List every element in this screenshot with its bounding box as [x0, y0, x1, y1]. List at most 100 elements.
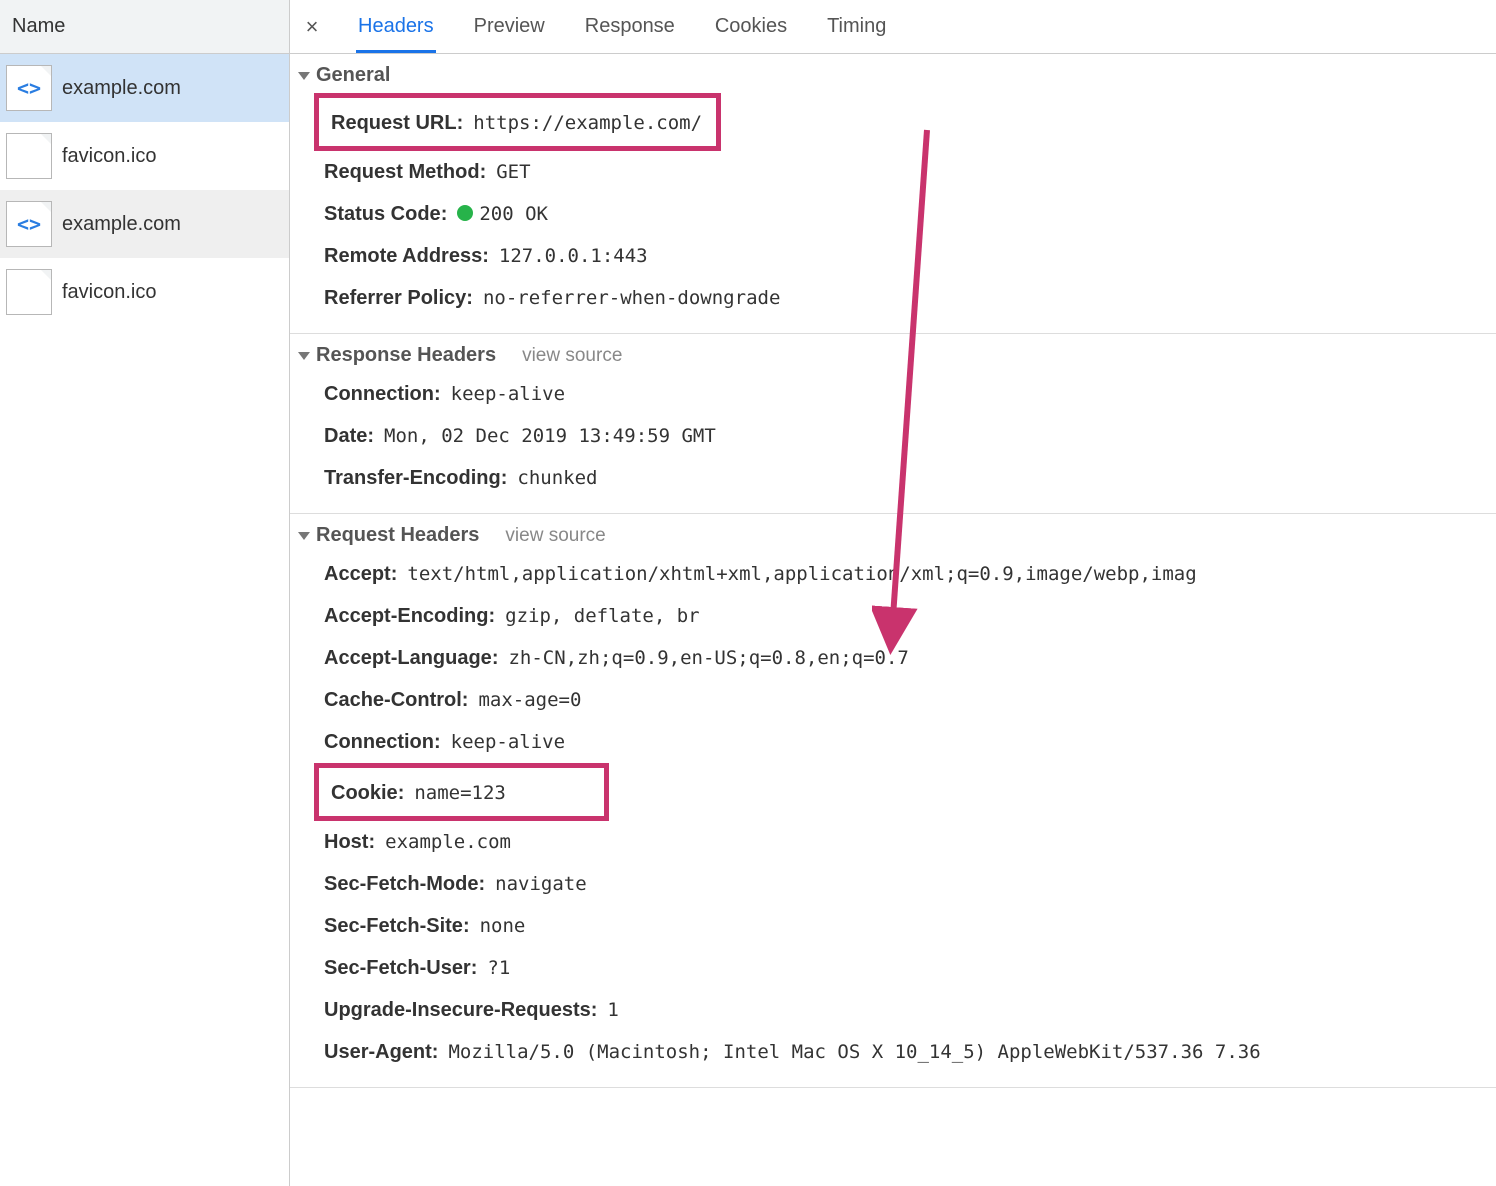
label: Connection	[324, 725, 441, 759]
highlight-cookie: Cookie name=123	[314, 763, 609, 821]
label: Accept-Encoding	[324, 599, 495, 633]
section-header-response[interactable]: Response Headers view source	[290, 342, 1496, 373]
disclosure-icon	[298, 532, 310, 540]
value: 1	[607, 994, 618, 1026]
document-icon: <>	[6, 201, 52, 247]
value-request-url: https://example.com/	[473, 107, 702, 139]
row-resp-date: Date Mon, 02 Dec 2019 13:49:59 GMT	[290, 415, 1496, 457]
value: zh-CN,zh;q=0.9,en-US;q=0.8,en;q=0.7	[508, 642, 908, 674]
value: example.com	[385, 826, 511, 858]
blank-file-icon	[6, 133, 52, 179]
request-list-panel: Name <> example.com favicon.ico <> example.c…	[0, 0, 290, 1186]
label: Upgrade-Insecure-Requests	[324, 993, 597, 1027]
status-code-text: 200 OK	[479, 203, 548, 225]
value: name=123	[414, 777, 506, 809]
label: Connection	[324, 377, 441, 411]
request-list-item-label: favicon.ico	[62, 145, 157, 168]
value: gzip, deflate, br	[505, 600, 699, 632]
request-list-item[interactable]: favicon.ico	[0, 258, 289, 326]
section-title: General	[316, 64, 390, 86]
row-referrer-policy: Referrer Policy no-referrer-when-downgra…	[290, 277, 1496, 319]
value: navigate	[495, 868, 587, 900]
label: Sec-Fetch-Mode	[324, 867, 485, 901]
label-remote-address: Remote Address	[324, 239, 489, 273]
request-list-item[interactable]: favicon.ico	[0, 122, 289, 190]
value: text/html,application/xhtml+xml,applicat…	[407, 558, 1196, 590]
label: Host	[324, 825, 375, 859]
disclosure-icon	[298, 352, 310, 360]
headers-detail: General Request URL https://example.com/…	[290, 54, 1496, 1186]
value-referrer-policy: no-referrer-when-downgrade	[483, 282, 780, 314]
row-req-upgrade-insecure: Upgrade-Insecure-Requests 1	[290, 989, 1496, 1031]
label-request-url: Request URL	[331, 106, 463, 140]
row-resp-transfer-encoding: Transfer-Encoding chunked	[290, 457, 1496, 499]
tab-headers[interactable]: Headers	[356, 1, 436, 53]
request-list: <> example.com favicon.ico <> example.com fav…	[0, 54, 289, 1186]
row-status-code: Status Code 200 OK	[290, 193, 1496, 235]
row-request-method: Request Method GET	[290, 151, 1496, 193]
request-list-item[interactable]: <> example.com	[0, 190, 289, 258]
blank-file-icon	[6, 269, 52, 315]
view-source-link[interactable]: view source	[522, 345, 622, 367]
label: Sec-Fetch-User	[324, 951, 477, 985]
value: max-age=0	[478, 684, 581, 716]
label: Accept-Language	[324, 641, 498, 675]
highlight-request-url: Request URL https://example.com/	[314, 93, 721, 151]
request-list-item-label: example.com	[62, 77, 181, 100]
label: Transfer-Encoding	[324, 461, 507, 495]
value: ?1	[487, 952, 510, 984]
status-dot-icon	[457, 205, 473, 221]
row-req-sec-fetch-user: Sec-Fetch-User ?1	[290, 947, 1496, 989]
label: Sec-Fetch-Site	[324, 909, 470, 943]
value-request-method: GET	[496, 156, 530, 188]
request-list-header: Name	[0, 0, 289, 54]
tab-cookies[interactable]: Cookies	[713, 1, 789, 53]
section-request-headers: Request Headers view source Accept text/…	[290, 514, 1496, 1088]
section-header-request[interactable]: Request Headers view source	[290, 522, 1496, 553]
row-req-sec-fetch-mode: Sec-Fetch-Mode navigate	[290, 863, 1496, 905]
value: Mozilla/5.0 (Macintosh; Intel Mac OS X 1…	[448, 1036, 1260, 1068]
detail-tabs: × Headers Preview Response Cookies Timing	[290, 0, 1496, 54]
section-response-headers: Response Headers view source Connection …	[290, 334, 1496, 514]
value-status-code: 200 OK	[457, 198, 548, 230]
document-icon: <>	[6, 65, 52, 111]
request-list-item[interactable]: <> example.com	[0, 54, 289, 122]
row-req-cookie: Cookie name=123	[325, 772, 514, 814]
label: Date	[324, 419, 374, 453]
row-request-url: Request URL https://example.com/	[325, 102, 710, 144]
label: Cookie	[331, 776, 404, 810]
close-icon[interactable]: ×	[298, 13, 326, 41]
label: Cache-Control	[324, 683, 468, 717]
request-list-item-label: example.com	[62, 213, 181, 236]
row-resp-connection: Connection keep-alive	[290, 373, 1496, 415]
view-source-link[interactable]: view source	[505, 525, 605, 547]
row-remote-address: Remote Address 127.0.0.1:443	[290, 235, 1496, 277]
section-title: Response Headers	[316, 344, 496, 366]
tab-timing[interactable]: Timing	[825, 1, 888, 53]
row-req-sec-fetch-site: Sec-Fetch-Site none	[290, 905, 1496, 947]
row-req-user-agent: User-Agent Mozilla/5.0 (Macintosh; Intel…	[290, 1031, 1496, 1073]
value: keep-alive	[451, 726, 565, 758]
value: chunked	[517, 462, 597, 494]
tab-preview[interactable]: Preview	[472, 1, 547, 53]
value-remote-address: 127.0.0.1:443	[499, 240, 648, 272]
label-request-method: Request Method	[324, 155, 486, 189]
section-header-general[interactable]: General	[290, 62, 1496, 93]
row-req-cache-control: Cache-Control max-age=0	[290, 679, 1496, 721]
tab-response[interactable]: Response	[583, 1, 677, 53]
detail-panel: × Headers Preview Response Cookies Timing Ge…	[290, 0, 1496, 1186]
row-req-connection: Connection keep-alive	[290, 721, 1496, 763]
value: none	[480, 910, 526, 942]
label: User-Agent	[324, 1035, 438, 1069]
label: Accept	[324, 557, 397, 591]
row-req-accept-language: Accept-Language zh-CN,zh;q=0.9,en-US;q=0…	[290, 637, 1496, 679]
request-list-item-label: favicon.ico	[62, 281, 157, 304]
value: keep-alive	[451, 378, 565, 410]
label-referrer-policy: Referrer Policy	[324, 281, 473, 315]
value: Mon, 02 Dec 2019 13:49:59 GMT	[384, 420, 716, 452]
section-general: General Request URL https://example.com/…	[290, 54, 1496, 334]
row-req-host: Host example.com	[290, 821, 1496, 863]
label-status-code: Status Code	[324, 197, 447, 231]
row-req-accept: Accept text/html,application/xhtml+xml,a…	[290, 553, 1496, 595]
disclosure-icon	[298, 72, 310, 80]
